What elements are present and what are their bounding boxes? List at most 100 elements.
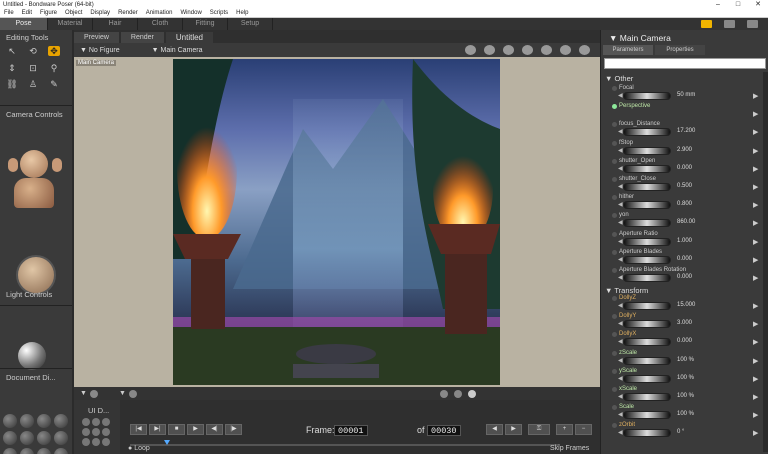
tab-pose[interactable]: Pose bbox=[0, 18, 48, 30]
parameter-state-dot[interactable] bbox=[612, 314, 617, 320]
parameter-value[interactable]: 860.00 bbox=[677, 219, 695, 225]
tab-hair[interactable]: Hair bbox=[93, 18, 138, 30]
parameter-state-dot[interactable] bbox=[612, 296, 617, 301]
parameter-value[interactable]: 0 ° bbox=[677, 429, 684, 435]
parameter-state-dot[interactable] bbox=[612, 332, 617, 338]
parameter-dial[interactable] bbox=[623, 393, 671, 401]
decrement-icon[interactable]: ◀ bbox=[618, 183, 623, 190]
parameter-menu-icon[interactable]: ▶ bbox=[753, 302, 758, 310]
parameter-dial[interactable] bbox=[623, 237, 671, 246]
parameter-dial[interactable] bbox=[623, 374, 671, 383]
ui-dot[interactable] bbox=[82, 428, 90, 436]
parameter-dial[interactable] bbox=[623, 146, 671, 155]
prev-key-button[interactable]: ◀ bbox=[486, 424, 503, 435]
frame-total-field[interactable]: 00030 bbox=[427, 425, 461, 436]
maximize-button[interactable]: □ bbox=[728, 0, 748, 9]
books-icon[interactable] bbox=[747, 20, 758, 28]
parameter-value[interactable]: 0.000 bbox=[677, 274, 692, 280]
parameter-menu-icon[interactable]: ▶ bbox=[753, 201, 758, 209]
parameter-state-dot[interactable] bbox=[612, 268, 617, 273]
display-style-icon[interactable] bbox=[3, 431, 17, 445]
parameter-value[interactable]: 0.000 bbox=[677, 165, 692, 171]
layer-icon[interactable] bbox=[128, 389, 137, 398]
parameter-menu-icon[interactable]: ▶ bbox=[753, 256, 758, 264]
timeline-marker[interactable] bbox=[164, 440, 170, 445]
twist-tool-icon[interactable]: ⇕ bbox=[6, 63, 18, 73]
parameter-state-dot[interactable] bbox=[612, 249, 617, 255]
area-render-icon[interactable] bbox=[503, 45, 514, 55]
ui-dot[interactable] bbox=[82, 438, 90, 446]
parameter-dial[interactable] bbox=[623, 274, 671, 282]
grouping-tool-icon[interactable]: ✎ bbox=[48, 79, 60, 89]
parameter-value[interactable]: 50 mm bbox=[677, 92, 695, 98]
section-other[interactable]: ▼ Other bbox=[605, 74, 633, 83]
parameter-value[interactable]: 0.500 bbox=[677, 183, 692, 189]
figure-dropdown-icon[interactable]: ▼ bbox=[80, 390, 87, 397]
light-sphere-icon[interactable] bbox=[18, 342, 46, 370]
parameter-value[interactable]: 0.000 bbox=[677, 338, 692, 344]
camera-left-hand-icon[interactable] bbox=[8, 158, 18, 172]
menu-display[interactable]: Display bbox=[86, 10, 114, 16]
display-style-icon[interactable] bbox=[37, 448, 51, 454]
menu-file[interactable]: File bbox=[0, 10, 18, 16]
layers-dropdown-icon[interactable]: ▼ bbox=[119, 390, 126, 397]
display-style-icon[interactable] bbox=[20, 431, 34, 445]
decrement-icon[interactable]: ◀ bbox=[618, 165, 623, 172]
decrement-icon[interactable]: ◀ bbox=[618, 201, 623, 208]
parameter-dial[interactable] bbox=[623, 356, 671, 365]
shade-dark-icon[interactable] bbox=[439, 389, 448, 398]
color-tool-icon[interactable]: ♙ bbox=[27, 79, 39, 89]
tab-parameters[interactable]: Parameters bbox=[603, 45, 653, 55]
tab-setup[interactable]: Setup bbox=[228, 18, 273, 30]
remove-key-button[interactable]: − bbox=[575, 424, 592, 435]
display-style-icon[interactable] bbox=[3, 448, 17, 454]
figure-select[interactable]: ▼ No Figure bbox=[80, 47, 120, 54]
taper-tool-icon[interactable]: ⚲ bbox=[48, 63, 60, 73]
ui-dot[interactable] bbox=[102, 438, 110, 446]
tab-material[interactable]: Material bbox=[48, 18, 93, 30]
menu-animation[interactable]: Animation bbox=[142, 10, 177, 16]
ui-dot[interactable] bbox=[82, 418, 90, 426]
parameter-menu-icon[interactable]: ▶ bbox=[753, 238, 758, 246]
parameter-menu-icon[interactable]: ▶ bbox=[753, 338, 758, 346]
close-button[interactable]: ✕ bbox=[748, 0, 768, 9]
play-button[interactable]: ▶ bbox=[187, 424, 204, 435]
parameter-menu-icon[interactable]: ▶ bbox=[753, 375, 758, 383]
parameter-menu-icon[interactable]: ▶ bbox=[753, 320, 758, 328]
parameter-dial[interactable] bbox=[623, 338, 671, 347]
parameter-value[interactable]: 0.800 bbox=[677, 201, 692, 207]
shade-light-icon[interactable] bbox=[467, 389, 476, 398]
parameter-state-dot[interactable] bbox=[612, 387, 617, 392]
parameter-dial[interactable] bbox=[623, 201, 671, 210]
first-frame-button[interactable]: |◀ bbox=[130, 424, 147, 435]
loop-toggle[interactable]: ● Loop bbox=[128, 445, 150, 452]
decrement-icon[interactable]: ◀ bbox=[618, 128, 623, 135]
parameter-state-dot[interactable] bbox=[612, 104, 617, 110]
parameter-state-dot[interactable] bbox=[612, 158, 617, 164]
key-icon[interactable]: ⚿ bbox=[528, 424, 550, 435]
decrement-icon[interactable]: ◀ bbox=[618, 320, 623, 327]
decrement-icon[interactable]: ◀ bbox=[618, 338, 623, 345]
parameter-state-dot[interactable] bbox=[612, 86, 617, 91]
display-style-icon[interactable] bbox=[3, 414, 17, 428]
tab-preview[interactable]: Preview bbox=[74, 32, 119, 43]
sphere-icon[interactable] bbox=[522, 45, 533, 55]
parameter-state-dot[interactable] bbox=[612, 231, 617, 237]
menu-render[interactable]: Render bbox=[114, 10, 142, 16]
parameter-menu-icon[interactable]: ▶ bbox=[753, 165, 758, 173]
menu-edit[interactable]: Edit bbox=[18, 10, 36, 16]
tab-fitting[interactable]: Fitting bbox=[183, 18, 228, 30]
parameter-value[interactable]: 100 % bbox=[677, 375, 694, 381]
grid-icon[interactable] bbox=[579, 45, 590, 55]
parameter-dial[interactable] bbox=[623, 183, 671, 191]
decrement-icon[interactable]: ◀ bbox=[618, 411, 623, 418]
render-icon[interactable] bbox=[484, 45, 495, 55]
chain-tool-icon[interactable]: ⛓ bbox=[6, 79, 18, 89]
add-key-button[interactable]: + bbox=[556, 424, 573, 435]
timeline-track[interactable] bbox=[130, 444, 560, 446]
camera-face-icon[interactable] bbox=[20, 150, 48, 178]
display-style-icon[interactable] bbox=[37, 414, 51, 428]
parameter-menu-icon[interactable]: ▶ bbox=[753, 274, 758, 282]
parameter-state-dot[interactable] bbox=[612, 368, 617, 374]
parameter-value[interactable]: 100 % bbox=[677, 357, 694, 363]
